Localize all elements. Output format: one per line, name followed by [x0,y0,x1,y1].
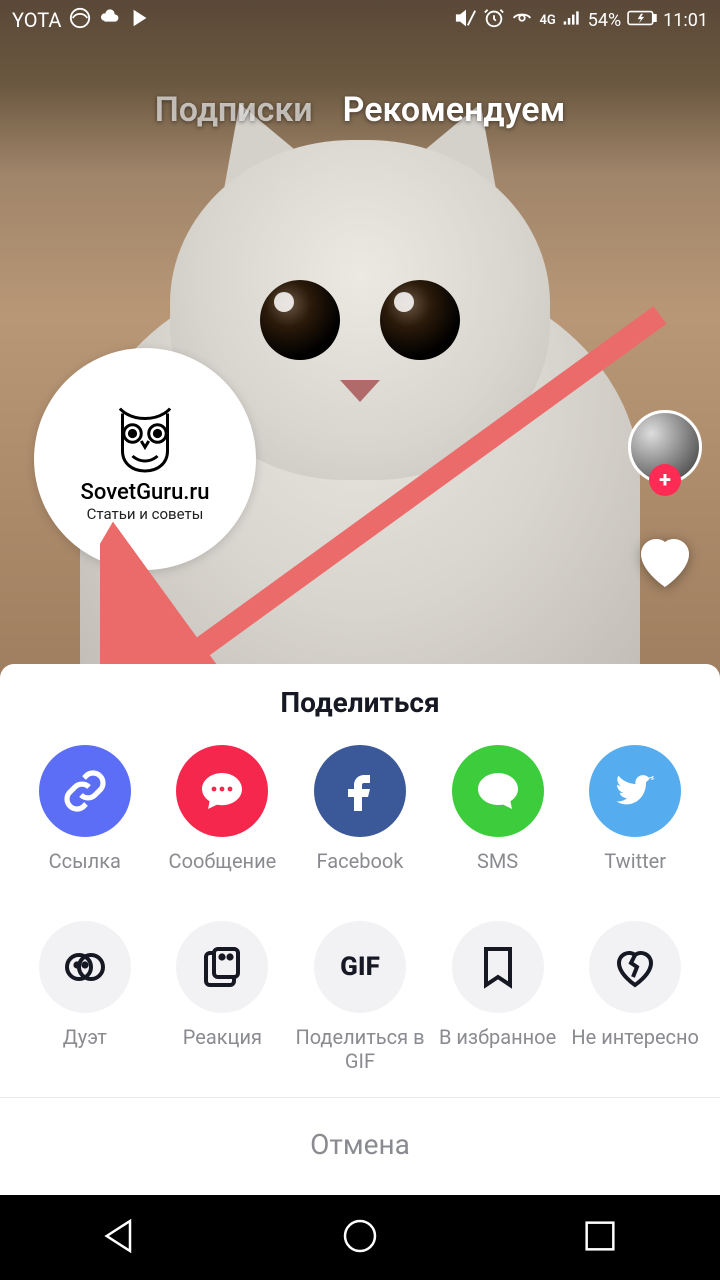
like-button[interactable] [629,524,701,600]
action-share-gif[interactable]: GIF Поделиться в GIF [295,921,425,1073]
nav-home[interactable] [340,1216,380,1260]
cloud-icon [99,7,121,34]
mute-icon [455,7,477,34]
duet-icon [39,921,131,1013]
signal-icon [562,8,582,33]
follow-button[interactable]: + [649,464,681,496]
broken-heart-icon [589,921,681,1013]
bookmark-icon [452,921,544,1013]
battery-icon [627,10,657,31]
cancel-button[interactable]: Отмена [0,1098,720,1195]
reaction-icon [176,921,268,1013]
battery-percent: 54% [588,10,621,31]
share-title: Поделиться [0,686,720,719]
feed-tabs: Подписки Рекомендуем [0,90,720,130]
tab-following[interactable]: Подписки [155,90,313,130]
play-store-icon [129,7,151,34]
eye-comfort-icon [511,7,533,34]
right-action-rail: + [628,410,702,600]
firefox-icon [69,7,91,34]
carrier-label: YOTA [12,8,61,32]
watermark-subtitle: Статьи и советы [87,505,204,523]
status-bar: YOTA 4G 54% 11:01 [0,0,720,40]
action-duet[interactable]: Дуэт [20,921,150,1073]
action-not-interested[interactable]: Не интересно [570,921,700,1073]
share-facebook[interactable]: Facebook [295,745,425,897]
alarm-icon [483,7,505,34]
share-row-secondary: Дуэт Реакция GIF Поделиться в GIF В избр… [0,921,720,1073]
message-icon [176,745,268,837]
gif-icon: GIF [314,921,406,1013]
share-sms[interactable]: SMS [433,745,563,897]
tab-for-you[interactable]: Рекомендуем [343,90,566,130]
action-favorite[interactable]: В избранное [433,921,563,1073]
android-navbar [0,1195,720,1280]
twitter-icon [589,745,681,837]
sms-icon [452,745,544,837]
share-sheet: Поделиться Ссылка Сообщение Facebook SMS [0,664,720,1195]
network-type: 4G [539,13,555,28]
nav-recent[interactable] [580,1216,620,1260]
status-time: 11:01 [663,10,708,31]
owl-icon [105,396,185,476]
share-link[interactable]: Ссылка [20,745,150,897]
nav-back[interactable] [100,1216,140,1260]
watermark-title: SovetGuru.ru [81,480,210,505]
share-message[interactable]: Сообщение [157,745,287,897]
action-reaction[interactable]: Реакция [157,921,287,1073]
share-twitter[interactable]: Twitter [570,745,700,897]
author-avatar[interactable]: + [628,410,702,484]
watermark-badge: SovetGuru.ru Статьи и советы [34,348,256,570]
share-row-primary: Ссылка Сообщение Facebook SMS Twitter [0,745,720,897]
facebook-icon [314,745,406,837]
link-icon [39,745,131,837]
